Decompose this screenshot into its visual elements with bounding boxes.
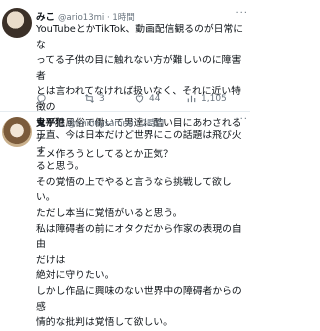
tweet-actions: 3 44 1,105 [36, 93, 246, 107]
retweet-icon [85, 94, 94, 103]
tweet-text: 正直、今は日本だけど世界にこの話題は飛び火す ると思う。 その覚悟の上でやると言… [36, 130, 242, 329]
like-icon [135, 95, 144, 103]
tweet-header: 鬼平犯 @oniheysamrai · 2時間 [36, 118, 165, 129]
like-button[interactable]: 44 [134, 93, 160, 104]
avatar[interactable] [2, 8, 32, 38]
tweet-divider [0, 111, 250, 112]
views-icon [187, 95, 196, 103]
more-dots-icon[interactable]: ··· [235, 114, 248, 125]
avatar[interactable] [2, 117, 32, 147]
retweet-button[interactable]: 3 [84, 93, 105, 104]
views-button[interactable]: 1,105 [186, 93, 227, 104]
more-dots-icon[interactable]: ··· [235, 8, 248, 19]
reply-button[interactable] [36, 93, 51, 104]
tweet-header: みこ @ario13mi · 1時間 [36, 12, 135, 23]
reply-icon [37, 94, 46, 104]
like-count: 44 [149, 93, 161, 104]
retweet-count: 3 [99, 93, 105, 104]
views-count: 1,105 [201, 93, 227, 104]
